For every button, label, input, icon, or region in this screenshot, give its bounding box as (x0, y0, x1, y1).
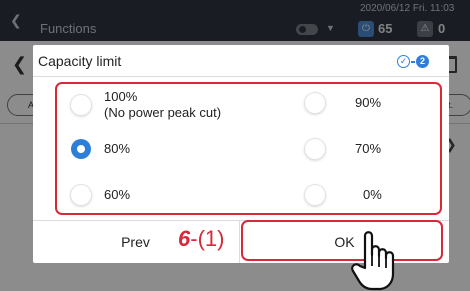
option-70-label: 70% (355, 141, 382, 156)
option-100-label: 100% (104, 89, 138, 104)
step-number: 6 (178, 226, 191, 251)
radio-button[interactable] (71, 95, 91, 115)
option-100-sublabel: (No power peak cut) (104, 105, 222, 120)
option-60-label: 60% (104, 187, 131, 202)
option-0-label: 0% (363, 187, 382, 202)
option-100[interactable]: 100% (No power peak cut) (71, 89, 261, 125)
option-0[interactable]: 0% (305, 184, 425, 208)
option-80-label: 80% (104, 141, 131, 156)
radio-button[interactable] (305, 93, 325, 113)
step-done-icon: ✓ (397, 55, 410, 68)
option-70[interactable]: 70% (305, 138, 425, 162)
radio-button[interactable] (305, 139, 325, 159)
radio-button[interactable] (71, 185, 91, 205)
hand-pointer-icon (351, 231, 395, 291)
radio-button[interactable] (71, 139, 91, 159)
option-60[interactable]: 60% (71, 184, 191, 208)
dialog-header: Capacity limit ✓ 2 (33, 45, 449, 77)
step-suffix: -(1) (190, 226, 225, 251)
option-80[interactable]: 80% (71, 138, 191, 162)
ok-highlight-frame (241, 220, 443, 261)
step-current: 2 (416, 55, 429, 68)
step-connector (411, 61, 415, 63)
radio-button[interactable] (305, 185, 325, 205)
dialog-title: Capacity limit (38, 53, 122, 69)
option-90[interactable]: 90% (305, 92, 425, 116)
step-annotation: 6-(1) (178, 226, 224, 252)
step-indicator: ✓ 2 (397, 55, 437, 69)
option-90-label: 90% (355, 95, 382, 110)
